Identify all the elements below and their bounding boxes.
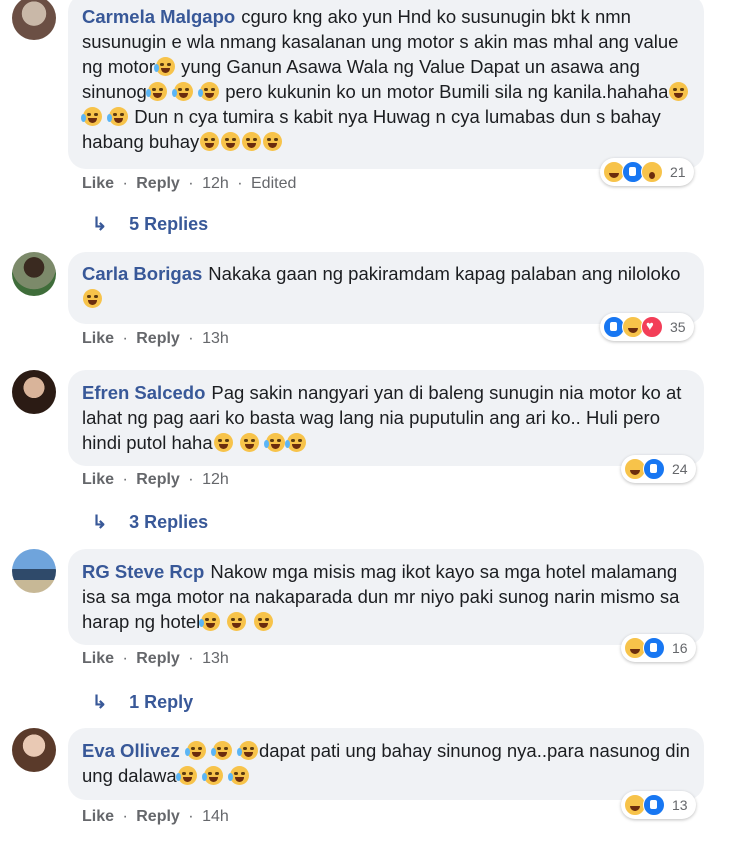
tongue-wink-emoji-icon <box>221 132 241 151</box>
separator: · <box>188 471 194 488</box>
reaction-count: 13 <box>672 797 688 813</box>
rofl-emoji-icon <box>171 82 193 101</box>
comment-author[interactable]: Efren Salcedo <box>82 382 205 403</box>
rofl-emoji-icon <box>107 107 129 126</box>
tongue-wink-emoji-icon <box>242 132 262 151</box>
comment-actions: Like · Reply · 13h <box>82 330 233 348</box>
comment-bubble: RG Steve Rcp Nakow mga misis mag ikot kay… <box>68 549 704 645</box>
separator: · <box>122 330 128 347</box>
timestamp[interactable]: 13h <box>202 330 229 347</box>
separator: · <box>237 175 243 192</box>
like-link[interactable]: Like <box>82 471 114 488</box>
reaction-count: 16 <box>672 640 688 656</box>
replies-label: 1 Reply <box>129 692 194 712</box>
grin-emoji-icon <box>213 433 233 452</box>
replies-label: 3 Replies <box>129 512 209 532</box>
timestamp[interactable]: 13h <box>202 650 229 667</box>
reaction-count: 35 <box>670 319 686 335</box>
grin-emoji-icon <box>253 612 273 631</box>
reply-link[interactable]: Reply <box>136 330 180 347</box>
comment-author[interactable]: Eva Ollivez <box>82 740 180 761</box>
reaction-count: 21 <box>670 164 686 180</box>
comment-author[interactable]: Carla Borigas <box>82 263 202 284</box>
comment-author[interactable]: RG Steve Rcp <box>82 561 204 582</box>
separator: · <box>188 175 194 192</box>
reaction-count: 24 <box>672 461 688 477</box>
rofl-emoji-icon <box>184 741 206 760</box>
view-replies-link[interactable]: ↳ 3 Replies <box>92 512 208 533</box>
timestamp[interactable]: 12h <box>202 471 229 488</box>
separator: · <box>188 650 194 667</box>
reply-link[interactable]: Reply <box>136 650 180 667</box>
separator: · <box>122 808 128 825</box>
avatar[interactable] <box>12 0 56 40</box>
joy-emoji-icon <box>263 433 285 452</box>
separator: · <box>188 808 194 825</box>
reply-arrow-icon: ↳ <box>92 512 108 532</box>
separator: · <box>122 175 128 192</box>
comment-author[interactable]: Carmela Malgapo <box>82 6 235 27</box>
avatar[interactable] <box>12 252 56 296</box>
timestamp[interactable]: 14h <box>202 808 229 825</box>
rofl-emoji-icon <box>145 82 167 101</box>
comment-actions: Like · Reply · 13h <box>82 650 233 668</box>
reaction-summary[interactable]: 16 <box>621 634 696 662</box>
like-link[interactable]: Like <box>82 650 114 667</box>
avatar[interactable] <box>12 549 56 593</box>
rofl-emoji-icon <box>198 82 220 101</box>
rofl-emoji-icon <box>227 766 249 785</box>
separator: · <box>188 330 194 347</box>
joy-emoji-icon <box>284 433 306 452</box>
rofl-emoji-icon <box>175 766 197 785</box>
reaction-summary[interactable]: 13 <box>621 791 696 819</box>
rofl-emoji-icon <box>154 57 176 76</box>
like-reaction-icon <box>643 794 665 816</box>
comment-text: Nakaka gaan ng pakiramdam kapag palaban … <box>208 263 681 284</box>
rofl-emoji-icon <box>81 107 102 126</box>
reply-arrow-icon: ↳ <box>92 692 108 712</box>
comment-bubble: Efren Salcedo Pag sakin nangyari yan di b… <box>68 370 704 466</box>
comment-bubble: Eva Ollivez dapat pati ung bahay sinunog… <box>68 728 704 800</box>
like-link[interactable]: Like <box>82 808 114 825</box>
tongue-wink-emoji-icon <box>200 132 220 151</box>
replies-label: 5 Replies <box>129 214 209 234</box>
comment-text: Dun n cya tumira s kabit nya Huwag n cya… <box>82 106 661 152</box>
like-link[interactable]: Like <box>82 175 114 192</box>
view-replies-link[interactable]: ↳ 5 Replies <box>92 214 208 235</box>
comment-actions: Like · Reply · 12h · Edited <box>82 175 300 193</box>
avatar[interactable] <box>12 370 56 414</box>
reply-arrow-icon: ↳ <box>92 214 108 234</box>
comment-bubble: Carmela Malgapo cguro kng ako yun Hnd ko … <box>68 0 704 169</box>
avatar[interactable] <box>12 728 56 772</box>
separator: · <box>122 471 128 488</box>
comment-actions: Like · Reply · 14h <box>82 808 233 826</box>
view-replies-link[interactable]: ↳ 1 Reply <box>92 692 193 713</box>
rofl-emoji-icon <box>236 741 258 760</box>
like-link[interactable]: Like <box>82 330 114 347</box>
edited-label[interactable]: Edited <box>251 175 296 192</box>
rofl-emoji-icon <box>201 766 223 785</box>
reaction-summary[interactable]: 35 <box>600 313 694 341</box>
love-reaction-icon <box>641 316 663 338</box>
like-reaction-icon <box>643 637 665 659</box>
reaction-summary[interactable]: 21 <box>600 158 694 186</box>
reply-link[interactable]: Reply <box>136 471 180 488</box>
separator: · <box>122 650 128 667</box>
reply-link[interactable]: Reply <box>136 175 180 192</box>
rofl-emoji-icon <box>210 741 232 760</box>
grin-emoji-icon <box>227 612 247 631</box>
reaction-summary[interactable]: 24 <box>621 455 696 483</box>
reply-link[interactable]: Reply <box>136 808 180 825</box>
tongue-wink-emoji-icon <box>669 82 689 101</box>
comment-actions: Like · Reply · 12h <box>82 471 233 489</box>
like-reaction-icon <box>643 458 665 480</box>
smile-emoji-icon <box>83 289 102 308</box>
sweat-smile-emoji-icon <box>199 612 221 631</box>
timestamp[interactable]: 12h <box>202 175 229 192</box>
comment-text: pero kukunin ko un motor Bumili sila ng … <box>220 81 669 102</box>
grin-emoji-icon <box>239 433 259 452</box>
tongue-wink-emoji-icon <box>263 132 283 151</box>
wow-reaction-icon <box>641 161 663 183</box>
